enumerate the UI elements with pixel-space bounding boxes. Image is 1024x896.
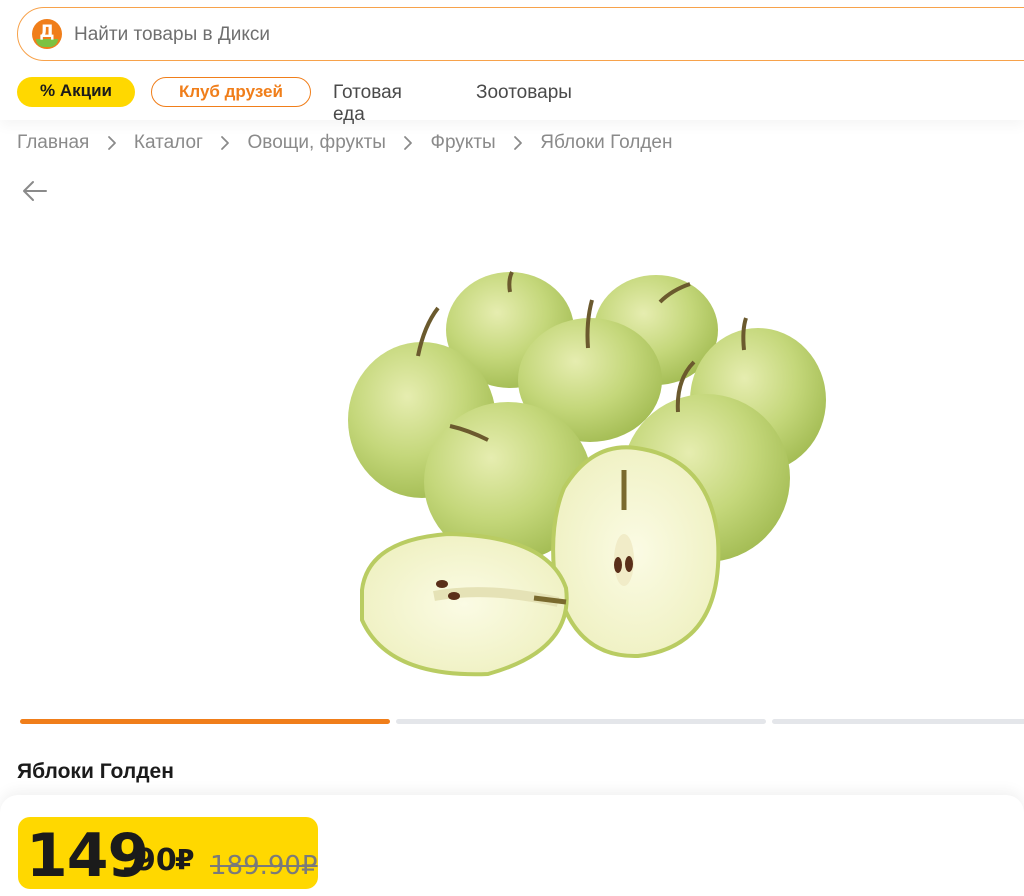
search-bar[interactable]: Д Найти товары в Дикси [17,7,1024,61]
gallery-dot[interactable] [20,719,390,724]
dixy-logo-icon[interactable]: Д [32,19,62,49]
chevron-right-icon [214,132,236,154]
sale-button[interactable]: % Акции [17,77,135,107]
breadcrumb: Главная Каталог Овощи, фрукты Фрукты Ябл… [17,132,672,156]
breadcrumb-current: Яблоки Голден [540,132,673,153]
product-title: Яблоки Голден [17,760,174,783]
chevron-right-icon [507,132,529,154]
header: Д Найти товары в Дикси % Акции Клуб друз… [0,0,1024,125]
price-panel: 149 . 90 ₽ 189.90₽ [0,795,1024,896]
price-badge: 149 . 90 ₽ 189.90₽ [18,817,318,891]
breadcrumb-catalog[interactable]: Каталог [134,132,203,154]
gallery-pagination [20,719,1024,724]
club-button[interactable]: Клуб друзей [151,77,311,107]
chevron-right-icon [397,132,419,154]
golden-apples-photo [348,271,826,677]
old-price: 189.90₽ [210,851,318,881]
price-currency: ₽ [175,843,195,876]
breadcrumb-home[interactable]: Главная [17,132,89,154]
chevron-right-icon [101,132,123,154]
nav-link-pet-goods[interactable]: Зоотовары [476,82,572,104]
nav-link-ready-food[interactable]: Готовая еда [333,82,402,126]
search-input[interactable]: Найти товары в Дикси [74,24,270,46]
breadcrumb-fruits[interactable]: Фрукты [431,132,496,154]
price-separator: . [120,839,136,885]
back-arrow-icon[interactable] [20,176,50,206]
breadcrumb-vegetables-fruits[interactable]: Овощи, фрукты [248,132,386,154]
gallery-dot[interactable] [396,719,766,724]
gallery-dot[interactable] [772,719,1024,724]
price-fraction: 90 [135,843,177,878]
logo-letter: Д [39,22,55,42]
product-image[interactable] [338,260,828,690]
